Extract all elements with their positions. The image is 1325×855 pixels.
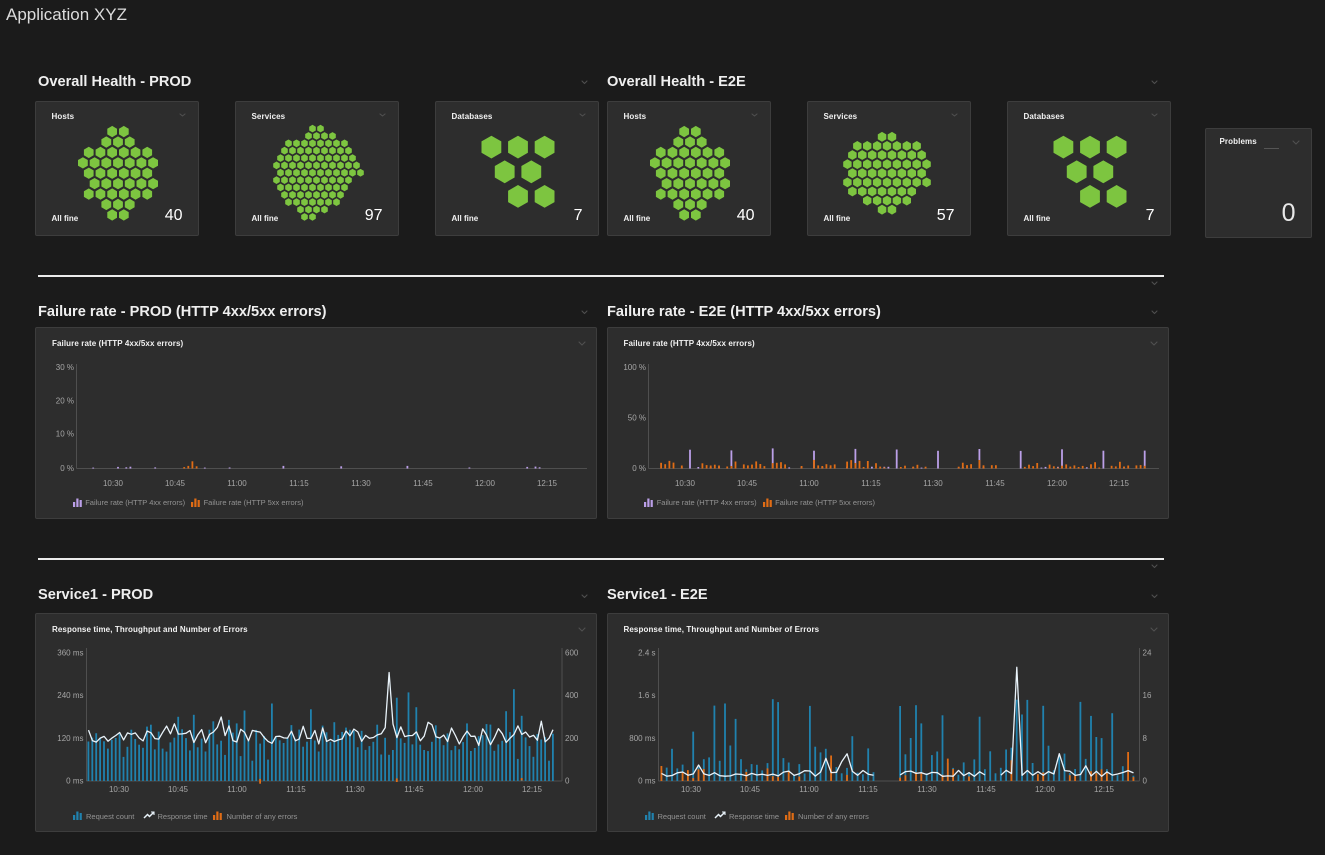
svg-text:0 %: 0 % (632, 464, 646, 473)
svg-text:360 ms: 360 ms (57, 648, 83, 657)
svg-text:10:45: 10:45 (739, 785, 760, 794)
svg-text:11:15: 11:15 (289, 479, 309, 488)
svg-text:12:15: 12:15 (537, 479, 558, 488)
svg-text:10:45: 10:45 (165, 479, 186, 488)
svg-text:100 %: 100 % (623, 363, 646, 372)
svg-text:11:00: 11:00 (227, 785, 247, 794)
svg-text:11:30: 11:30 (923, 479, 943, 488)
svg-text:0: 0 (565, 777, 570, 786)
svg-text:10:30: 10:30 (674, 479, 695, 488)
svg-text:11:15: 11:15 (858, 785, 878, 794)
svg-text:0 ms: 0 ms (66, 777, 83, 786)
svg-text:24: 24 (1142, 648, 1151, 657)
svg-text:12:00: 12:00 (1046, 479, 1067, 488)
svg-text:1.6 s: 1.6 s (638, 691, 655, 700)
svg-text:11:00: 11:00 (799, 479, 819, 488)
svg-text:11:15: 11:15 (286, 785, 306, 794)
svg-text:30 %: 30 % (56, 363, 74, 372)
svg-text:11:30: 11:30 (345, 785, 365, 794)
svg-text:11:45: 11:45 (413, 479, 433, 488)
svg-text:2.4 s: 2.4 s (638, 648, 655, 657)
svg-text:20 %: 20 % (56, 396, 74, 405)
svg-text:10:30: 10:30 (680, 785, 701, 794)
svg-text:11:45: 11:45 (985, 479, 1005, 488)
svg-text:11:45: 11:45 (976, 785, 996, 794)
svg-text:10:30: 10:30 (103, 479, 124, 488)
svg-text:11:00: 11:00 (799, 785, 819, 794)
svg-text:0 ms: 0 ms (638, 777, 655, 786)
svg-text:12:00: 12:00 (463, 785, 484, 794)
svg-text:12:15: 12:15 (522, 785, 543, 794)
svg-text:10:45: 10:45 (168, 785, 189, 794)
svg-text:200: 200 (565, 734, 579, 743)
svg-text:11:15: 11:15 (861, 479, 881, 488)
svg-text:11:30: 11:30 (917, 785, 937, 794)
svg-text:12:00: 12:00 (475, 479, 496, 488)
svg-text:12:15: 12:15 (1108, 479, 1129, 488)
svg-text:50 %: 50 % (627, 414, 645, 423)
svg-text:240 ms: 240 ms (57, 691, 83, 700)
svg-text:11:00: 11:00 (227, 479, 247, 488)
svg-text:10 %: 10 % (56, 430, 74, 439)
svg-text:12:15: 12:15 (1093, 785, 1114, 794)
svg-text:12:00: 12:00 (1034, 785, 1055, 794)
svg-text:0 %: 0 % (60, 464, 74, 473)
svg-text:0: 0 (1142, 777, 1147, 786)
svg-text:800 ms: 800 ms (629, 734, 655, 743)
svg-text:400: 400 (565, 691, 579, 700)
svg-text:10:30: 10:30 (109, 785, 130, 794)
svg-text:11:30: 11:30 (351, 479, 371, 488)
svg-text:600: 600 (565, 648, 579, 657)
svg-text:8: 8 (1142, 734, 1147, 743)
svg-text:10:45: 10:45 (736, 479, 757, 488)
svg-text:120 ms: 120 ms (57, 734, 83, 743)
svg-text:11:45: 11:45 (404, 785, 424, 794)
svg-text:16: 16 (1142, 691, 1151, 700)
